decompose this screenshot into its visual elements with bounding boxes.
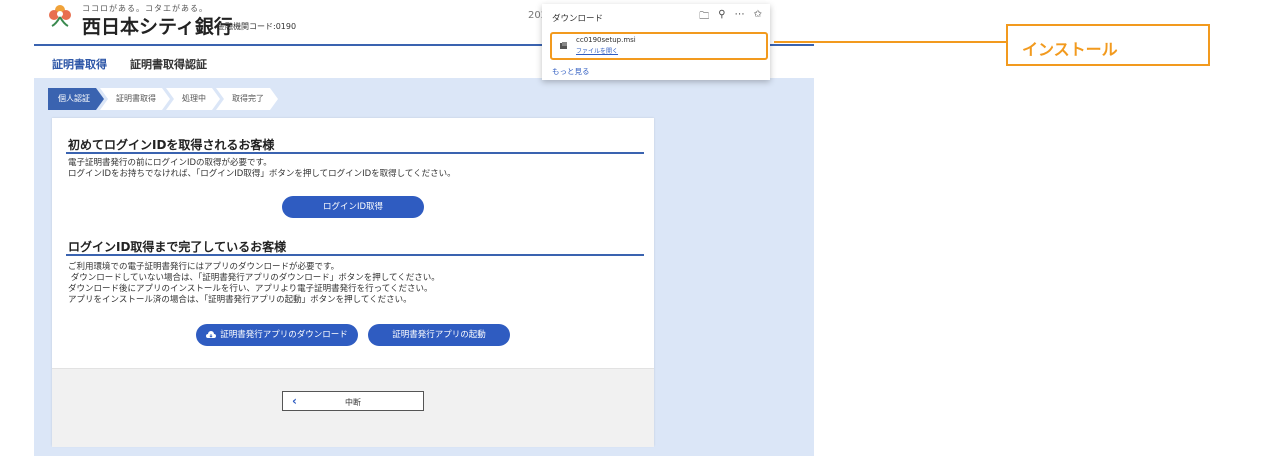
download-panel-title: ダウンロード	[552, 14, 604, 24]
download-item[interactable]: cc0190setup.msi ファイルを開く	[550, 32, 768, 60]
footer-band: ‹ 中断	[52, 368, 654, 447]
bank-name: 西日本シティ銀行	[82, 16, 233, 38]
pin-icon[interactable]: ✩	[754, 9, 762, 26]
search-icon[interactable]: ⚲	[718, 9, 725, 26]
download-file-name: cc0190setup.msi	[576, 36, 636, 44]
main-card: 初めてログインIDを取得されるお客様 電子証明書発行の前にログインIDの取得が必…	[52, 118, 654, 447]
section-first-login-title: 初めてログインIDを取得されるお客様	[68, 138, 275, 152]
step-complete: 取得完了	[216, 88, 278, 110]
callout-box: インストール	[1006, 24, 1210, 66]
folder-icon[interactable]: 🗀	[699, 9, 709, 26]
section-divider	[66, 152, 644, 154]
section-login-complete-title: ログインID取得まで完了しているお客様	[68, 240, 287, 254]
flower-logo-icon	[49, 5, 71, 27]
subnav-item-certificate[interactable]: 証明書取得	[52, 56, 107, 72]
institution-code: 金融機関コード:0190	[217, 22, 297, 31]
download-app-button[interactable]: 証明書発行アプリのダウンロード	[196, 324, 358, 346]
step-acquire: 証明書取得	[100, 88, 170, 110]
cloud-download-icon	[206, 330, 217, 338]
section-first-login-text: 電子証明書発行の前にログインIDの取得が必要です。 ログインIDをお持ちでなけれ…	[68, 158, 456, 179]
callout-connector	[774, 41, 1008, 43]
see-more-link[interactable]: もっと見る	[552, 66, 590, 77]
more-icon[interactable]: ⋯	[735, 9, 745, 26]
cancel-button[interactable]: ‹ 中断	[282, 391, 424, 411]
screenshot: ココロがある。コタエがある。 西日本シティ銀行 金融機関コード:0190 202…	[0, 0, 1274, 456]
subnav-item-certificate-auth: 証明書取得認証	[130, 58, 207, 71]
section-divider	[66, 254, 644, 256]
launch-app-button[interactable]: 証明書発行アプリの起動	[368, 324, 510, 346]
download-panel-tools: 🗀 ⚲ ⋯ ✩	[699, 9, 762, 26]
installer-file-icon	[560, 42, 567, 49]
download-panel: ダウンロード 🗀 ⚲ ⋯ ✩ cc0190setup.msi ファイルを開く も…	[542, 4, 770, 80]
section-login-complete-text: ご利用環境での電子証明書発行にはアプリのダウンロードが必要です。 ダウンロードし…	[68, 262, 440, 305]
cancel-label: 中断	[345, 398, 361, 407]
step-identity: 個人認証	[48, 88, 104, 110]
download-app-label: 証明書発行アプリのダウンロード	[220, 330, 348, 340]
callout-label: インストール	[1022, 40, 1118, 59]
progress-steps: 個人認証 証明書取得 処理中 取得完了	[48, 88, 274, 110]
step-processing: 処理中	[166, 88, 220, 110]
get-login-id-button[interactable]: ログインID取得	[282, 196, 424, 218]
open-file-link[interactable]: ファイルを開く	[576, 46, 618, 55]
